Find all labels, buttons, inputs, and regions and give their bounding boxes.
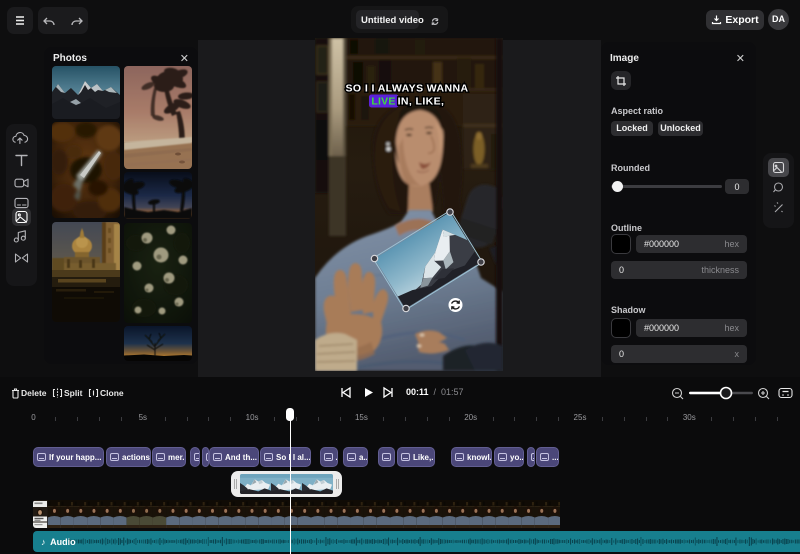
svg-text:IN, LIKE,: IN, LIKE,: [398, 96, 445, 108]
svg-text:SO I I ALWAYS WANNA: SO I I ALWAYS WANNA: [346, 83, 469, 95]
svg-text:LIVE: LIVE: [371, 96, 395, 108]
